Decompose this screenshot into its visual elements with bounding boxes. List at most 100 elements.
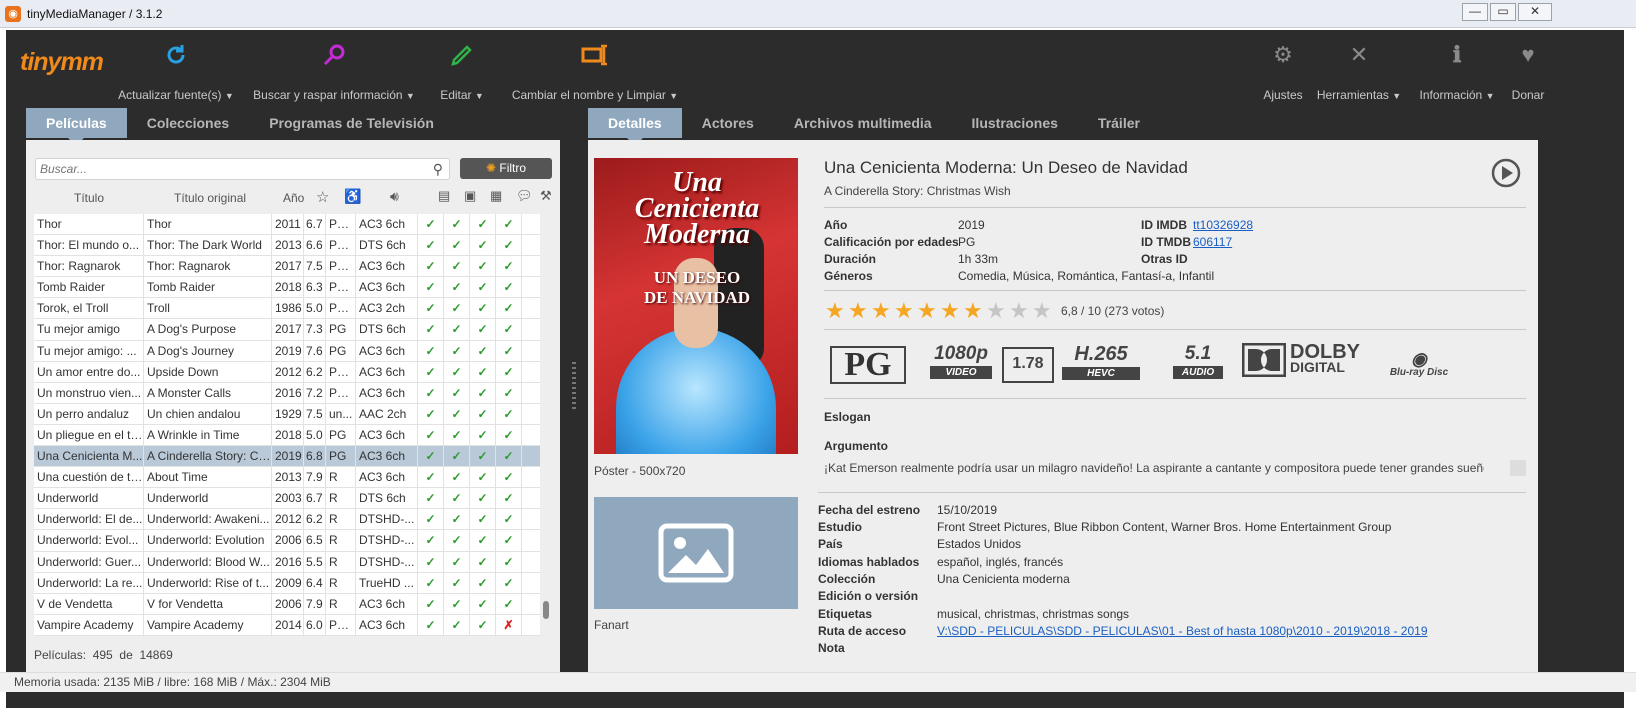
panel-splitter[interactable]: [572, 362, 576, 412]
search-box: ⚲: [35, 158, 450, 180]
wrench-icon[interactable]: ⚒: [540, 188, 552, 204]
year-cell: 2016: [272, 551, 304, 572]
edit-button[interactable]: Editar ▼: [434, 30, 490, 110]
filter-button[interactable]: ✺ Filtro: [460, 158, 552, 179]
imdb-link[interactable]: tt10326928: [1193, 218, 1253, 232]
check-icon: ✓: [418, 509, 444, 530]
table-row[interactable]: Una Cenicienta M... A Cinderella Story: C…: [34, 446, 540, 468]
search-scrape-label: Buscar y raspar información: [253, 88, 403, 102]
table-row[interactable]: Underworld Underworld 2003 6.7 R DTS 6ch ✓ ✓ ✓ ✓: [34, 488, 540, 510]
title-cell: Una cuestión de ti...: [34, 467, 144, 488]
country-value: Estados Unidos: [937, 537, 1022, 551]
table-row[interactable]: Tu mejor amigo A Dog's Purpose 2017 7.3 PG DT…: [34, 319, 540, 341]
star-empty-icon: ★: [1009, 298, 1029, 323]
tab-movies[interactable]: Películas: [26, 108, 127, 146]
table-row[interactable]: Thor: Ragnarok Thor: Ragnarok 2017 7.5 PG...…: [34, 256, 540, 278]
info-button[interactable]: ℹ Información ▼: [1412, 30, 1502, 110]
studio-value: Front Street Pictures, Blue Ribbon Conte…: [937, 520, 1392, 534]
col-title[interactable]: Título: [74, 191, 104, 205]
donate-button[interactable]: ♥ Donar: [1506, 30, 1550, 110]
certification-cell: PG...: [326, 361, 356, 382]
update-sources-button[interactable]: Actualizar fuente(s) ▼: [118, 30, 234, 110]
images-icon[interactable]: ▣: [464, 188, 476, 204]
audio-cell: DTSHD-...: [356, 530, 418, 551]
count-total: 14869: [139, 648, 173, 662]
col-original-title[interactable]: Título original: [174, 191, 246, 205]
year-cell: 2018: [272, 277, 304, 298]
tab-collections[interactable]: Colecciones: [127, 108, 249, 138]
certification-cell: R: [326, 551, 356, 572]
audio-cell: AC3 6ch: [356, 446, 418, 467]
settings-button[interactable]: ⚙ Ajustes: [1256, 30, 1310, 110]
table-row[interactable]: Vampire Academy Vampire Academy 2014 6.0 PG.…: [34, 614, 540, 636]
title-cell: V de Vendetta: [34, 593, 144, 614]
table-row[interactable]: Una cuestión de ti... About Time 2013 7.9 R A…: [34, 467, 540, 489]
close-button[interactable]: ✕: [1518, 3, 1552, 21]
minimize-button[interactable]: —: [1462, 3, 1488, 21]
table-row[interactable]: Un perro andaluz Un chien andalou 1929 7.5 u…: [34, 403, 540, 425]
plot-scrollbar[interactable]: [1510, 460, 1526, 476]
certification-cell: PG...: [326, 256, 356, 277]
original-title-cell: Underworld: Rise of t...: [144, 572, 272, 593]
tab-details[interactable]: Detalles: [588, 108, 682, 146]
table-row[interactable]: Underworld: El de... Underworld: Awakeni.…: [34, 509, 540, 531]
year-cell: 2017: [272, 256, 304, 277]
col-year[interactable]: Año: [283, 191, 304, 205]
subtitles-icon[interactable]: 💬︎: [516, 188, 533, 204]
runtime-value: 1h 33m: [958, 252, 999, 266]
table-row[interactable]: Underworld: Guer... Underworld: Blood W..…: [34, 551, 540, 573]
tab-tvshows[interactable]: Programas de Televisión: [249, 108, 454, 138]
tab-media-files[interactable]: Archivos multimedia: [774, 108, 952, 138]
rating-cell: 5.0: [304, 298, 326, 319]
tab-cast[interactable]: Actores: [682, 108, 774, 138]
other-ids-label: Otras ID: [1141, 252, 1188, 266]
table-row[interactable]: Underworld: La re... Underworld: Rise of …: [34, 572, 540, 594]
table-row[interactable]: V de Vendetta V for Vendetta 2006 7.9 R AC3 6…: [34, 593, 540, 615]
search-scrape-button[interactable]: Buscar y raspar información ▼: [250, 30, 418, 110]
table-row[interactable]: Thor Thor 2011 6.7 PG... AC3 6ch ✓ ✓ ✓ ✓: [34, 214, 540, 236]
lightbulb-icon: ✺: [485, 161, 497, 175]
nfo-icon[interactable]: ▤: [438, 188, 450, 204]
accessibility-icon[interactable]: ♿: [344, 188, 361, 205]
table-row[interactable]: Underworld: Evol... Underworld: Evolution…: [34, 530, 540, 552]
search-icon[interactable]: ⚲: [433, 161, 443, 178]
table-scrollbar[interactable]: [542, 214, 550, 634]
audio-icon[interactable]: 🔊︎: [390, 188, 399, 205]
scrollbar-thumb[interactable]: [543, 601, 549, 619]
fanart-placeholder[interactable]: [594, 497, 798, 609]
original-title-cell: A Cinderella Story: Ch...: [144, 446, 272, 467]
original-title-cell: Un chien andalou: [144, 403, 272, 424]
collection-value: Una Cenicienta moderna: [937, 572, 1070, 586]
title-cell: Underworld: El de...: [34, 509, 144, 530]
note-label: Nota: [818, 641, 845, 655]
table-row[interactable]: Torok, el Troll Troll 1986 5.0 PG... AC3 2ch ✓…: [34, 298, 540, 320]
rating-cell: 5.0: [304, 424, 326, 446]
search-input[interactable]: [36, 159, 416, 179]
table-row[interactable]: Un pliegue en el ti... A Wrinkle in Time 2…: [34, 424, 540, 447]
table-row[interactable]: Un monstruo vien... A Monster Calls 2016 7.…: [34, 382, 540, 404]
tmdb-link[interactable]: 606117: [1193, 235, 1232, 249]
certification-cell: PG...: [326, 235, 356, 256]
year-value: 2019: [958, 218, 985, 232]
path-link[interactable]: V:\SDD - PELICULAS\SDD - PELICULAS\01 - …: [937, 624, 1428, 638]
maximize-button[interactable]: ▭: [1490, 3, 1516, 21]
table-row[interactable]: Thor: El mundo o... Thor: The Dark World 2…: [34, 235, 540, 257]
filter-label: Filtro: [499, 161, 527, 175]
poster-image[interactable]: Una Cenicienta Moderna UN DESEO DE NAVIDAD: [594, 158, 798, 454]
certification-cell: PG: [326, 340, 356, 361]
table-row[interactable]: Tu mejor amigo: ... A Dog's Journey 2019 7.…: [34, 340, 540, 362]
table-row[interactable]: Tomb Raider Tomb Raider 2018 6.3 PG... AC3 6c…: [34, 277, 540, 299]
play-button[interactable]: [1491, 158, 1521, 191]
rename-clean-button[interactable]: Cambiar el nombre y Limpiar ▼: [508, 30, 682, 110]
tools-button[interactable]: ✕ Herramientas ▼: [1314, 30, 1404, 110]
table-row[interactable]: Un amor entre do... Upside Down 2012 6.2 PG.…: [34, 361, 540, 383]
tab-trailer[interactable]: Tráiler: [1078, 108, 1160, 138]
release-label: Fecha del estreno: [818, 503, 921, 517]
audio-channels-logo: 5.1 AUDIO: [1173, 343, 1223, 379]
star-icon[interactable]: ☆: [316, 188, 329, 206]
year-cell: 2018: [272, 424, 304, 446]
chevron-down-icon: ▼: [405, 91, 415, 101]
check-icon: ✓: [418, 467, 444, 488]
film-icon[interactable]: ▦: [490, 188, 502, 204]
tab-artwork[interactable]: Ilustraciones: [952, 108, 1078, 138]
